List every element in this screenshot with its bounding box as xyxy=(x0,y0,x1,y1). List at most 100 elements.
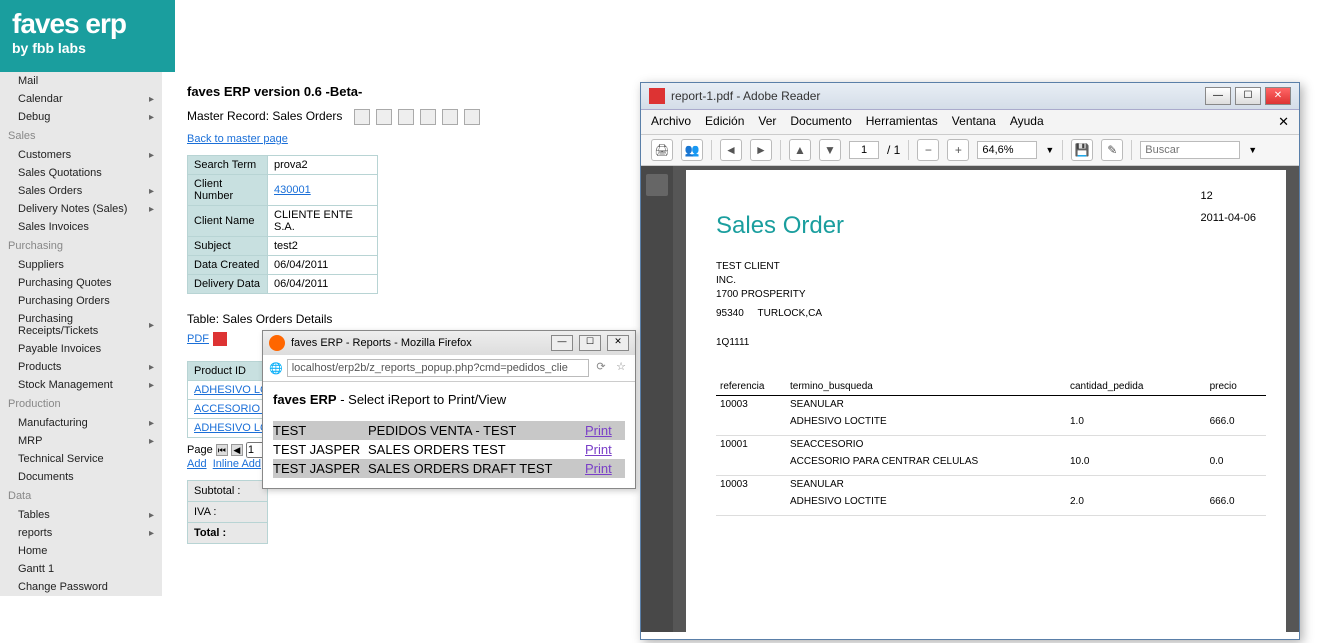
firefox-titlebar[interactable]: faves ERP - Reports - Mozilla Firefox — … xyxy=(263,331,635,355)
sidebar-item[interactable]: Suppliers xyxy=(0,256,162,274)
add-link[interactable]: Add xyxy=(187,458,207,470)
firefox-minimize[interactable]: — xyxy=(551,335,573,351)
chevron-right-icon: ▸ xyxy=(149,380,154,391)
adobe-window: report-1.pdf - Adobe Reader — ☐ ✕ Archiv… xyxy=(640,82,1300,640)
sidebar-item[interactable]: Delivery Notes (Sales)▸ xyxy=(0,200,162,218)
pager-first[interactable]: ⏮ xyxy=(216,444,228,456)
sidebar-header: Sales xyxy=(0,126,162,146)
sidebar-header: Production xyxy=(0,394,162,414)
sign-button[interactable]: ✎ xyxy=(1101,139,1123,161)
logo-main: faves erp xyxy=(12,8,163,40)
sidebar-item[interactable]: Sales Invoices xyxy=(0,218,162,236)
adobe-maximize[interactable]: ☐ xyxy=(1235,87,1261,105)
print-button[interactable]: 🖨 xyxy=(651,139,673,161)
sidebar-item[interactable]: Documents xyxy=(0,468,162,486)
record-table: Search Termprova2Client Number430001Clie… xyxy=(187,155,378,294)
refresh-icon[interactable]: ⟳ xyxy=(593,360,609,376)
sidebar-item[interactable]: Change Password xyxy=(0,578,162,596)
doc-table: referenciatermino_busquedacantidad_pedid… xyxy=(716,378,1266,516)
firefox-url-input[interactable] xyxy=(287,359,589,377)
icon-1[interactable] xyxy=(354,109,370,125)
pdf-icon xyxy=(213,332,227,346)
page-down-button[interactable]: ▼ xyxy=(819,139,841,161)
icon-3[interactable] xyxy=(398,109,414,125)
chevron-right-icon: ▸ xyxy=(149,204,154,215)
search-input[interactable] xyxy=(1140,141,1240,159)
bookmark-icon[interactable]: ☆ xyxy=(613,360,629,376)
icon-4[interactable] xyxy=(420,109,436,125)
zoom-input[interactable] xyxy=(977,141,1037,159)
sidebar-item[interactable]: Stock Management▸ xyxy=(0,376,162,394)
sidebar-item[interactable]: Payable Invoices xyxy=(0,340,162,358)
client-link[interactable]: 430001 xyxy=(274,184,311,196)
pager-prev[interactable]: ◀ xyxy=(231,444,243,456)
iva-cell: IVA : xyxy=(188,502,268,523)
menu-edición[interactable]: Edición xyxy=(705,114,744,130)
page-input[interactable] xyxy=(849,141,879,159)
chevron-right-icon: ▸ xyxy=(149,362,154,373)
sidebar-item[interactable]: MRP▸ xyxy=(0,432,162,450)
adobe-page-area[interactable]: 12 2011-04-06 Sales Order TEST CLIENTINC… xyxy=(673,166,1299,632)
sidebar-item[interactable]: Gantt 1 xyxy=(0,560,162,578)
menu-ventana[interactable]: Ventana xyxy=(952,114,996,130)
sidebar-item[interactable]: Manufacturing▸ xyxy=(0,414,162,432)
print-link[interactable]: Print xyxy=(585,423,612,438)
back-link[interactable]: Back to master page xyxy=(187,133,288,145)
adobe-minimize[interactable]: — xyxy=(1205,87,1231,105)
menu-documento[interactable]: Documento xyxy=(790,114,851,130)
chevron-right-icon: ▸ xyxy=(149,150,154,161)
sidebar-item[interactable]: Technical Service xyxy=(0,450,162,468)
sidebar-item[interactable]: Debug▸ xyxy=(0,108,162,126)
prev-view-button[interactable]: ◄ xyxy=(720,139,742,161)
chevron-right-icon: ▸ xyxy=(149,186,154,197)
print-link[interactable]: Print xyxy=(585,461,612,476)
sidebar-item[interactable]: Sales Quotations xyxy=(0,164,162,182)
page-up-button[interactable]: ▲ xyxy=(789,139,811,161)
icon-5[interactable] xyxy=(442,109,458,125)
icon-2[interactable] xyxy=(376,109,392,125)
adobe-sidepanel xyxy=(641,166,673,632)
sidebar: MailCalendar▸Debug▸SalesCustomers▸Sales … xyxy=(0,72,162,596)
icon-6[interactable] xyxy=(464,109,480,125)
doc-code: 1Q1111 xyxy=(716,337,1266,348)
collab-button[interactable]: 👥 xyxy=(681,139,703,161)
sidebar-item[interactable]: Purchasing Receipts/Tickets▸ xyxy=(0,310,162,340)
adobe-toolbar: 🖨 👥 ◄ ► ▲ ▼ / 1 − + ▼ 💾 ✎ ▼ xyxy=(641,135,1299,166)
sidebar-item[interactable]: Mail xyxy=(0,72,162,90)
zoom-in-button[interactable]: + xyxy=(947,139,969,161)
firefox-icon xyxy=(269,335,285,351)
sidebar-item[interactable]: Products▸ xyxy=(0,358,162,376)
doc-title: Sales Order xyxy=(716,212,1266,240)
firefox-maximize[interactable]: ☐ xyxy=(579,335,601,351)
next-view-button[interactable]: ► xyxy=(750,139,772,161)
sidebar-item[interactable]: Tables▸ xyxy=(0,506,162,524)
pdf-link[interactable]: PDF xyxy=(187,332,227,346)
adobe-titlebar[interactable]: report-1.pdf - Adobe Reader — ☐ ✕ xyxy=(641,83,1299,110)
doc-meta: 12 2011-04-06 xyxy=(1201,190,1256,224)
sidebar-item[interactable]: Purchasing Orders xyxy=(0,292,162,310)
firefox-close[interactable]: ✕ xyxy=(607,335,629,351)
logo: faves erp by fbb labs xyxy=(0,0,175,72)
menu-ayuda[interactable]: Ayuda xyxy=(1010,114,1044,130)
menu-ver[interactable]: Ver xyxy=(758,114,776,130)
menu-herramientas[interactable]: Herramientas xyxy=(866,114,938,130)
print-link[interactable]: Print xyxy=(585,442,612,457)
sidebar-item[interactable]: Purchasing Quotes xyxy=(0,274,162,292)
zoom-out-button[interactable]: − xyxy=(917,139,939,161)
sidebar-item[interactable]: reports▸ xyxy=(0,524,162,542)
sidebar-item[interactable]: Home xyxy=(0,542,162,560)
menu-close-icon[interactable]: ✕ xyxy=(1278,114,1289,130)
sidebar-item[interactable]: Sales Orders▸ xyxy=(0,182,162,200)
adobe-body: 12 2011-04-06 Sales Order TEST CLIENTINC… xyxy=(641,166,1299,632)
firefox-title: faves ERP - Reports - Mozilla Firefox xyxy=(291,337,551,349)
doc-address: TEST CLIENTINC.1700 PROSPERITY xyxy=(716,260,1266,302)
chevron-right-icon: ▸ xyxy=(149,320,154,331)
adobe-close[interactable]: ✕ xyxy=(1265,87,1291,105)
menu-archivo[interactable]: Archivo xyxy=(651,114,691,130)
adobe-menubar: Archivo Edición Ver Documento Herramientas Ve… xyxy=(641,110,1299,135)
inline-add-link[interactable]: Inline Add xyxy=(213,458,261,470)
pages-panel-button[interactable] xyxy=(646,174,668,196)
sidebar-item[interactable]: Customers▸ xyxy=(0,146,162,164)
save-button[interactable]: 💾 xyxy=(1071,139,1093,161)
sidebar-item[interactable]: Calendar▸ xyxy=(0,90,162,108)
